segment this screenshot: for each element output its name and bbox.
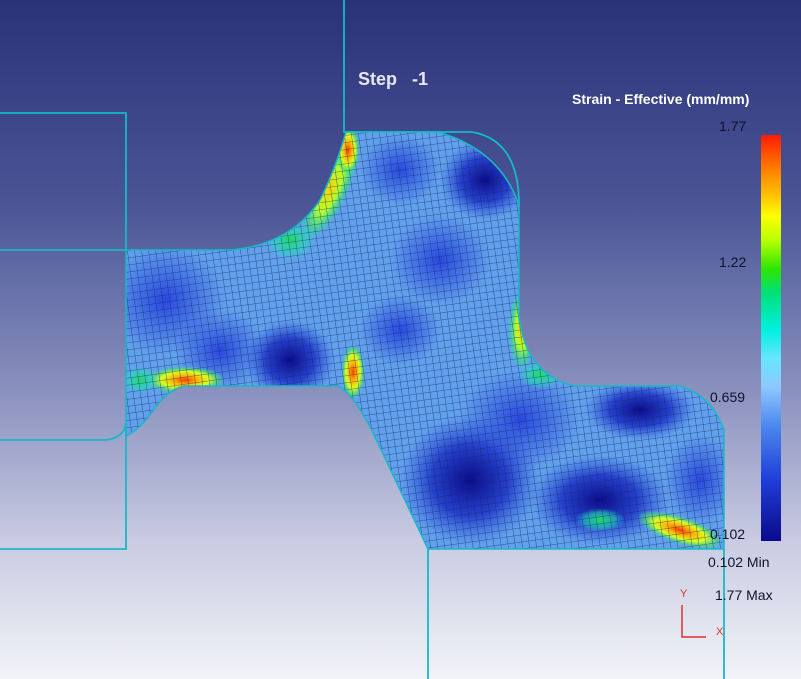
step-label: Step -1 <box>358 69 429 89</box>
axis-x-label: X <box>716 626 724 638</box>
legend-tick-high: 1.22 <box>719 254 747 270</box>
axis-triad <box>681 605 706 638</box>
legend-tick-mid: 0.659 <box>710 389 746 405</box>
max-value-label: 1.77 Max <box>715 587 773 603</box>
axis-y-label: Y <box>680 588 688 600</box>
legend-colorbar <box>761 135 781 541</box>
workpiece-mesh[interactable] <box>105 125 735 557</box>
legend-tick-min: 0.102 <box>710 526 746 542</box>
simulation-viewport[interactable]: Step -1 Strain - Effective (mm/mm) 1.77 … <box>0 0 801 679</box>
min-value-label: 0.102 Min <box>708 554 770 570</box>
legend-title: Strain - Effective (mm/mm) <box>572 91 750 107</box>
legend-tick-max: 1.77 <box>719 118 747 134</box>
